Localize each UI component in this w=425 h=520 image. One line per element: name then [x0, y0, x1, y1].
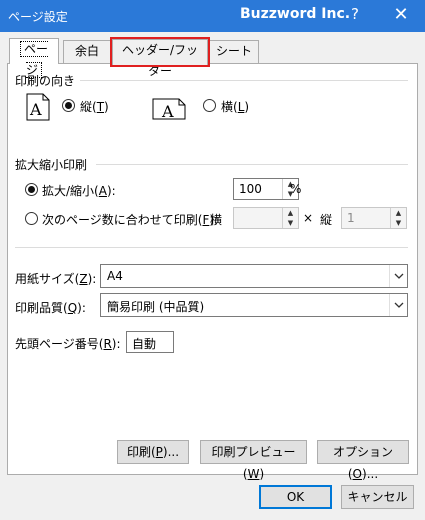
print-quality-select[interactable]: 簡易印刷 (中品質) — [100, 293, 408, 317]
orientation-title: 印刷の向き — [15, 74, 76, 88]
times-symbol: × — [303, 211, 314, 225]
chevron-down-icon — [394, 302, 404, 308]
cancel-button[interactable]: キャンセル — [341, 485, 414, 509]
landscape-icon: A — [152, 98, 186, 120]
tab-page[interactable]: ページ — [9, 38, 59, 78]
portrait-radio[interactable] — [62, 99, 75, 112]
svg-text:A: A — [29, 100, 42, 119]
brand-label: Buzzword Inc. — [240, 6, 351, 22]
spin-up-icon[interactable]: ▲ — [391, 208, 406, 218]
close-button[interactable]: ✕ — [388, 4, 414, 26]
fit-tall-label: 縦 — [320, 213, 333, 227]
spin-up-icon[interactable]: ▲ — [283, 208, 298, 218]
print-quality-label: 印刷品質(Q): — [15, 301, 86, 315]
paper-size-value: A4 — [107, 269, 123, 283]
spin-down-icon[interactable]: ▼ — [391, 218, 406, 228]
zoom-unit: % — [290, 182, 302, 196]
print-button[interactable]: 印刷(P)... — [117, 440, 189, 464]
tab-sheet[interactable]: シート — [209, 40, 259, 63]
window-title: ページ設定 — [8, 10, 68, 24]
zoom-label: 拡大/縮小(A): — [42, 184, 116, 198]
fit-wide-label: 横 — [210, 213, 223, 227]
fit-pages-radio[interactable] — [25, 212, 38, 225]
chevron-down-icon — [394, 273, 404, 279]
paper-size-label: 用紙サイズ(Z): — [15, 272, 97, 286]
fit-tall-spinner[interactable]: 1 ▲ ▼ — [341, 207, 407, 229]
fit-wide-spinner[interactable]: ▲ ▼ — [233, 207, 299, 229]
print-quality-value: 簡易印刷 (中品質) — [107, 300, 205, 314]
page-setup-dialog: ページ設定 Buzzword Inc. ? ✕ ページ 余白 ヘッダー/フッター… — [0, 0, 425, 520]
divider — [15, 247, 408, 248]
paper-size-select[interactable]: A4 — [100, 264, 408, 288]
fit-pages-label: 次のページ数に合わせて印刷(F): — [42, 213, 219, 227]
landscape-label: 横(L) — [221, 100, 250, 114]
portrait-label: 縦(T) — [80, 100, 109, 114]
options-button[interactable]: オプション(O)... — [317, 440, 409, 481]
help-button[interactable]: ? — [347, 5, 363, 25]
divider — [80, 80, 408, 81]
zoom-value: 100 — [239, 182, 262, 196]
portrait-icon: A — [26, 93, 50, 121]
landscape-radio[interactable] — [203, 99, 216, 112]
first-page-number-input[interactable]: 自動 — [126, 331, 174, 353]
ok-button[interactable]: OK — [259, 485, 332, 509]
spin-down-icon[interactable]: ▼ — [283, 218, 298, 228]
tab-header-footer[interactable]: ヘッダー/フッター — [110, 37, 210, 78]
title-bar: ページ設定 Buzzword Inc. ? ✕ — [0, 0, 425, 32]
fit-tall-value: 1 — [347, 211, 355, 225]
scaling-title: 拡大縮小印刷 — [15, 158, 88, 172]
zoom-radio[interactable] — [25, 183, 38, 196]
divider — [96, 164, 408, 165]
first-page-number-label: 先頭ページ番号(R): — [15, 337, 121, 351]
tab-margins[interactable]: 余白 — [63, 40, 111, 63]
svg-text:A: A — [161, 102, 174, 120]
print-preview-button[interactable]: 印刷プレビュー(W) — [200, 440, 307, 481]
